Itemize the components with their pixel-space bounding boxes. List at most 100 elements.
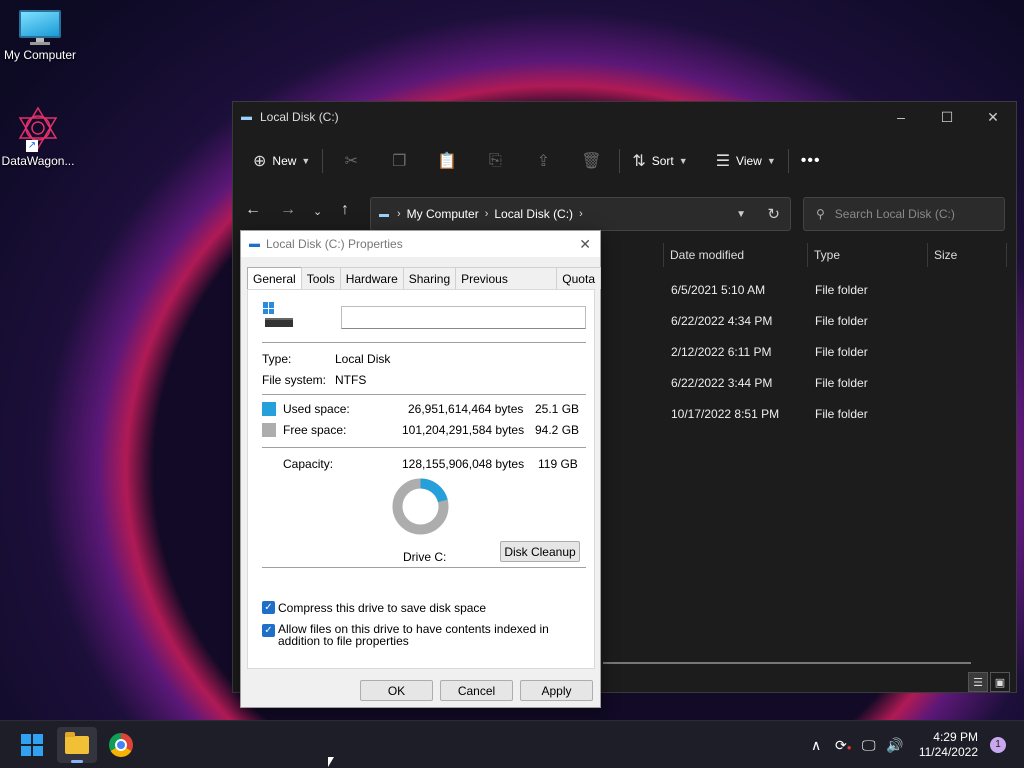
chevron-down-icon: ▼ <box>678 156 688 166</box>
search-box[interactable]: ⚲ Search Local Disk (C:) <box>803 197 1005 231</box>
network-button[interactable]: 🖵 <box>862 721 876 768</box>
disk-usage-donut <box>392 478 449 535</box>
show-hidden-icons-button[interactable]: ∧ <box>811 721 821 768</box>
dialog-close-button[interactable]: ✕ <box>579 236 591 253</box>
used-space-swatch <box>262 402 276 416</box>
drive-name-input[interactable] <box>341 306 586 329</box>
list-item[interactable]: 2/12/2022 6:11 PM File folder <box>671 336 1016 367</box>
taskbar: ∧ ⟳● 🖵 🔊 4:29 PM 11/24/2022 1 <box>0 720 1024 768</box>
compress-checkbox[interactable]: ✓ <box>262 601 275 614</box>
file-system-label: File system: <box>262 373 327 387</box>
volume-button[interactable]: 🔊 <box>886 721 903 768</box>
tab-hardware[interactable]: Hardware <box>339 267 404 289</box>
tab-quota[interactable]: Quota <box>556 267 601 289</box>
capacity-bytes: 128,155,906,048 bytes <box>402 457 525 471</box>
forward-button[interactable]: → <box>280 201 296 219</box>
ok-button[interactable]: OK <box>360 680 433 701</box>
index-checkbox[interactable]: ✓ <box>262 624 275 637</box>
cut-button[interactable]: ✂ <box>327 145 375 177</box>
datawagon-logo-icon: ↗ <box>16 106 60 152</box>
desktop-icon-my-computer[interactable]: My Computer <box>0 10 80 62</box>
sync-status-button[interactable]: ⟳● <box>835 721 852 768</box>
paste-button[interactable]: 📋 <box>423 145 471 177</box>
close-button[interactable]: ✕ <box>970 102 1016 132</box>
new-label: New <box>272 154 297 168</box>
tiles-view-icon[interactable]: ▣ <box>990 672 1010 692</box>
list-item[interactable]: 6/22/2022 3:44 PM File folder <box>671 367 1016 398</box>
tab-strip: General Tools Hardware Sharing Previous … <box>247 267 601 308</box>
minimize-button[interactable]: – <box>878 102 924 132</box>
notification-badge[interactable]: 1 <box>990 737 1006 753</box>
properties-dialog: ▬ Local Disk (C:) Properties ✕ General T… <box>240 230 601 708</box>
list-item[interactable]: 6/5/2021 5:10 AM File folder <box>671 274 1016 305</box>
list-item[interactable]: 10/17/2022 8:51 PM File folder <box>671 398 1016 429</box>
share-button[interactable]: ⇪ <box>519 145 567 177</box>
maximize-button[interactable]: ☐ <box>924 102 970 132</box>
address-dropdown-icon[interactable]: ▼ <box>736 209 746 220</box>
rename-icon: ⎘ <box>488 152 502 169</box>
sort-button[interactable]: ⇅ Sort ▼ <box>624 145 695 177</box>
column-size[interactable]: Size <box>927 243 1007 267</box>
dialog-title: Local Disk (C:) Properties <box>266 237 403 251</box>
column-type[interactable]: Type <box>807 243 927 267</box>
free-space-swatch <box>262 423 276 437</box>
taskbar-chrome[interactable] <box>101 727 141 763</box>
recent-locations-button[interactable]: ⌄ <box>313 205 322 218</box>
breadcrumb-local-disk[interactable]: Local Disk (C:) <box>494 207 573 221</box>
delete-button[interactable]: 🗑 <box>567 145 615 177</box>
chevron-right-icon: › <box>579 208 583 220</box>
drive-icon: ▬ <box>241 111 252 123</box>
chevron-up-icon: ∧ <box>811 736 822 753</box>
command-bar: ⊕ New ▼ ✂ ❐ 📋 ⎘ ⇪ 🗑 ⇅ Sort ▼ ☰ View ▼ ••… <box>233 142 1016 180</box>
file-system-value: NTFS <box>335 373 367 387</box>
used-space-label: Used space: <box>283 402 350 416</box>
column-date-modified[interactable]: Date modified <box>663 243 807 267</box>
type-cell: File folder <box>815 406 868 421</box>
date-cell: 6/22/2022 4:34 PM <box>671 313 773 328</box>
taskbar-file-explorer[interactable] <box>57 727 97 763</box>
tab-general[interactable]: General <box>247 267 302 290</box>
more-options-button[interactable]: ••• <box>793 145 829 177</box>
used-space-gb: 25.1 GB <box>535 402 580 416</box>
clock[interactable]: 4:29 PM 11/24/2022 <box>919 730 978 760</box>
sync-error-icon: ⟳● <box>835 736 852 753</box>
search-placeholder: Search Local Disk (C:) <box>834 207 955 221</box>
date-cell: 6/22/2022 3:44 PM <box>671 375 773 390</box>
tab-previous-versions[interactable]: Previous Versions <box>455 267 558 308</box>
disk-cleanup-button[interactable]: Disk Cleanup <box>500 541 580 562</box>
general-tab-panel: Type: Local Disk File system: NTFS Used … <box>247 289 595 669</box>
desktop-icon-datawagon[interactable]: ↗ DataWagon... <box>0 106 78 168</box>
ellipsis-icon: ••• <box>800 152 821 169</box>
compress-label: Compress this drive to save disk space <box>278 601 487 615</box>
tab-sharing[interactable]: Sharing <box>402 267 457 289</box>
refresh-icon[interactable]: ↻ <box>767 205 780 223</box>
desktop-icon-label: My Computer <box>3 48 77 62</box>
up-button[interactable]: ↑ <box>341 201 349 219</box>
view-button[interactable]: ☰ View ▼ <box>708 145 784 177</box>
cancel-button[interactable]: Cancel <box>440 680 513 701</box>
desktop-icon-label: DataWagon... <box>1 154 75 168</box>
chevron-right-icon: › <box>397 208 401 220</box>
rename-button[interactable]: ⎘ <box>471 145 519 177</box>
horizontal-scrollbar[interactable] <box>603 662 971 664</box>
apply-button[interactable]: Apply <box>520 680 593 701</box>
file-list: 6/5/2021 5:10 AM File folder 6/22/2022 4:… <box>671 274 1016 429</box>
trash-icon: 🗑 <box>581 153 602 170</box>
details-view-icon[interactable]: ☰ <box>968 672 988 692</box>
free-space-bytes: 101,204,291,584 bytes <box>402 423 525 437</box>
drive-icon: ▬ <box>249 238 260 250</box>
search-icon: ⚲ <box>816 207 825 221</box>
address-bar[interactable]: ▬ › My Computer › Local Disk (C:) › ▼ ↻ <box>370 197 791 231</box>
used-space-bytes: 26,951,614,464 bytes <box>408 402 524 416</box>
breadcrumb-my-computer[interactable]: My Computer <box>407 207 479 221</box>
clipboard-icon: 📋 <box>437 153 458 170</box>
copy-button[interactable]: ❐ <box>375 145 423 177</box>
new-button[interactable]: ⊕ New ▼ <box>245 145 318 177</box>
tab-tools[interactable]: Tools <box>300 267 341 289</box>
back-button[interactable]: ← <box>245 201 261 219</box>
plus-circle-icon: ⊕ <box>253 153 267 170</box>
start-button[interactable] <box>12 727 52 763</box>
copy-icon: ❐ <box>392 153 407 170</box>
chevron-right-icon: › <box>484 208 489 220</box>
list-item[interactable]: 6/22/2022 4:34 PM File folder <box>671 305 1016 336</box>
